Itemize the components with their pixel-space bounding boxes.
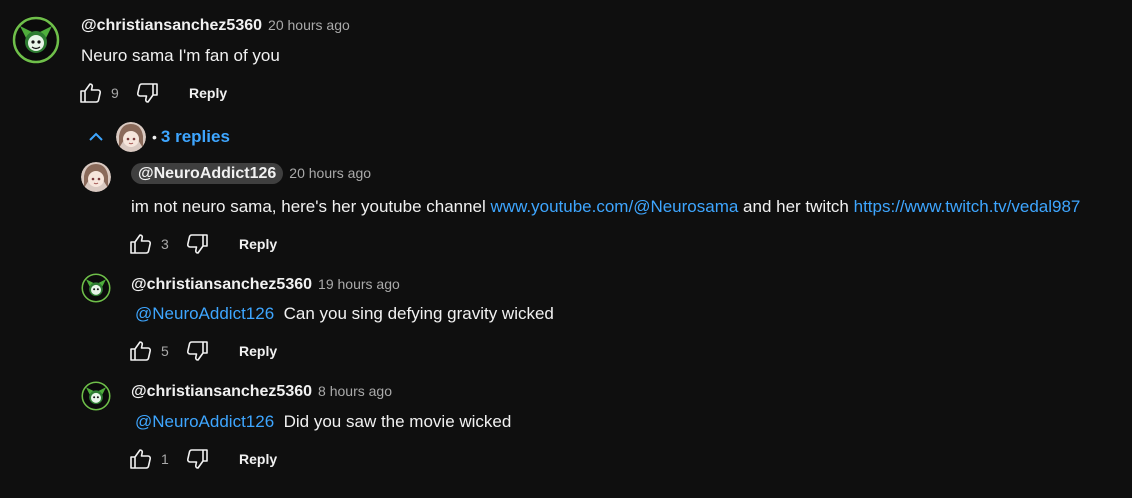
reply-actions: 3 Reply xyxy=(129,232,277,256)
like-button[interactable] xyxy=(129,339,153,363)
reply-text-middle: and her twitch xyxy=(738,197,854,216)
reply-header: @christiansanchez5360 19 hours ago xyxy=(131,276,400,294)
reply-avatar[interactable] xyxy=(81,381,111,411)
reply-header: @christiansanchez5360 8 hours ago xyxy=(131,383,392,401)
reply-header: @NeuroAddict126 20 hours ago xyxy=(131,163,371,184)
reply-button[interactable]: Reply xyxy=(239,451,277,467)
comment-header: @christiansanchez5360 20 hours ago xyxy=(81,17,350,35)
replier-avatar xyxy=(116,122,146,152)
reply-author-chip[interactable]: @NeuroAddict126 xyxy=(131,163,284,184)
thumbs-up-icon xyxy=(130,449,152,469)
reply-actions: 5 Reply xyxy=(129,339,277,363)
mention-link[interactable]: @NeuroAddict126 xyxy=(135,304,274,323)
thumbs-up-icon xyxy=(130,341,152,361)
avatar[interactable] xyxy=(12,16,60,64)
thumbs-up-icon xyxy=(80,83,102,103)
reply-button[interactable]: Reply xyxy=(189,85,227,101)
dislike-button[interactable] xyxy=(185,339,209,363)
comment-actions: 9 Reply xyxy=(79,81,227,105)
comment-author[interactable]: @christiansanchez5360 xyxy=(81,17,262,34)
reply-timestamp[interactable]: 20 hours ago xyxy=(289,165,371,181)
mention-link[interactable]: @NeuroAddict126 xyxy=(135,412,274,431)
like-button[interactable] xyxy=(79,81,103,105)
reply-button[interactable]: Reply xyxy=(239,343,277,359)
avatar-green-icon xyxy=(81,381,111,411)
anime-girl-avatar-icon xyxy=(116,122,146,152)
like-count: 9 xyxy=(111,85,119,101)
reply-text: @NeuroAddict126 Can you sing defying gra… xyxy=(135,304,554,324)
avatar-green-icon xyxy=(12,16,60,64)
reply-actions: 1 Reply xyxy=(129,447,277,471)
comment-text: Neuro sama I'm fan of you xyxy=(81,46,280,65)
like-button[interactable] xyxy=(129,232,153,256)
twitch-link[interactable]: https://www.twitch.tv/vedal987 xyxy=(854,197,1081,216)
replies-toggle[interactable]: • 3 replies xyxy=(84,122,230,152)
reply-button[interactable]: Reply xyxy=(239,236,277,252)
chevron-up-icon xyxy=(89,132,103,141)
reply-text: @NeuroAddict126 Did you saw the movie wi… xyxy=(135,412,511,432)
replies-separator: • xyxy=(152,129,157,145)
reply-text: im not neuro sama, here's her youtube ch… xyxy=(131,197,1080,217)
like-button[interactable] xyxy=(129,447,153,471)
reply-avatar[interactable] xyxy=(81,162,111,192)
like-count: 1 xyxy=(161,451,169,467)
reply-text-prefix: im not neuro sama, here's her youtube ch… xyxy=(131,197,491,216)
like-count: 5 xyxy=(161,343,169,359)
reply-timestamp[interactable]: 19 hours ago xyxy=(318,276,400,292)
avatar-green-icon xyxy=(81,273,111,303)
reply-avatar[interactable] xyxy=(81,273,111,303)
thumbs-down-icon xyxy=(136,83,158,103)
reply-author[interactable]: @christiansanchez5360 xyxy=(131,276,312,293)
reply-body: Did you saw the movie wicked xyxy=(283,412,512,431)
reply-timestamp[interactable]: 8 hours ago xyxy=(318,383,392,399)
youtube-channel-link[interactable]: www.youtube.com/@Neurosama xyxy=(491,197,739,216)
dislike-button[interactable] xyxy=(185,447,209,471)
dislike-button[interactable] xyxy=(135,81,159,105)
reply-body: Can you sing defying gravity wicked xyxy=(283,304,554,323)
comment-thread: @christiansanchez5360 20 hours ago Neuro … xyxy=(0,0,1132,498)
thumbs-down-icon xyxy=(186,341,208,361)
thumbs-down-icon xyxy=(186,234,208,254)
reply-author[interactable]: @christiansanchez5360 xyxy=(131,383,312,400)
anime-girl-avatar-icon xyxy=(81,162,111,192)
thumbs-down-icon xyxy=(186,449,208,469)
thumbs-up-icon xyxy=(130,234,152,254)
replies-count[interactable]: 3 replies xyxy=(161,127,230,147)
like-count: 3 xyxy=(161,236,169,252)
comment-timestamp[interactable]: 20 hours ago xyxy=(268,17,350,33)
dislike-button[interactable] xyxy=(185,232,209,256)
